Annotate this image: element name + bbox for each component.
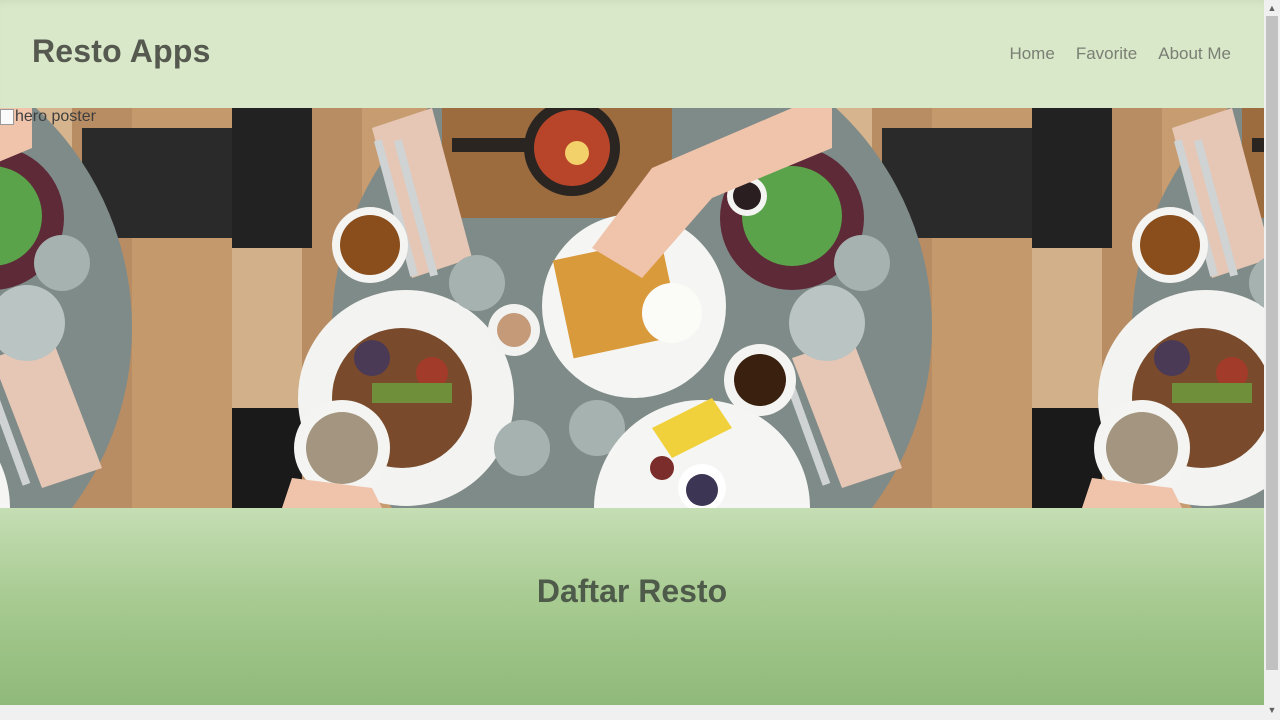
nav-home-link[interactable]: Home	[1009, 44, 1054, 64]
main-nav: Home Favorite About Me	[1009, 44, 1231, 64]
hero-image-tile-center	[232, 108, 1032, 508]
section-title: Daftar Resto	[536, 573, 728, 609]
nav-favorite-link[interactable]: Favorite	[1076, 44, 1137, 64]
hero-image-tile-left	[0, 108, 232, 508]
scroll-down-arrow-icon[interactable]: ▼	[1264, 702, 1280, 718]
restaurant-list-section: Daftar Resto	[0, 508, 1264, 705]
nav-about-link[interactable]: About Me	[1158, 44, 1231, 64]
horizontal-scrollbar-track	[0, 705, 1264, 720]
broken-image-icon	[0, 109, 14, 125]
page-viewport: Resto Apps Home Favorite About Me hero p…	[0, 0, 1264, 705]
vertical-scrollbar[interactable]: ▲ ▼	[1264, 0, 1280, 720]
app-bar: Resto Apps Home Favorite About Me	[0, 0, 1264, 108]
scroll-up-arrow-icon[interactable]: ▲	[1264, 0, 1280, 16]
hero-photo-right	[1032, 108, 1264, 508]
hero-alt-text-wrap: hero poster	[0, 108, 96, 126]
app-title: Resto Apps	[32, 33, 211, 69]
hero-alt-text: hero poster	[15, 108, 96, 125]
hero-image-tile-right	[1032, 108, 1264, 508]
hero-photo-left	[0, 108, 232, 508]
scrollbar-thumb[interactable]	[1266, 16, 1278, 670]
hero-poster: hero poster	[0, 108, 1264, 508]
hero-photo-center	[232, 108, 1032, 508]
